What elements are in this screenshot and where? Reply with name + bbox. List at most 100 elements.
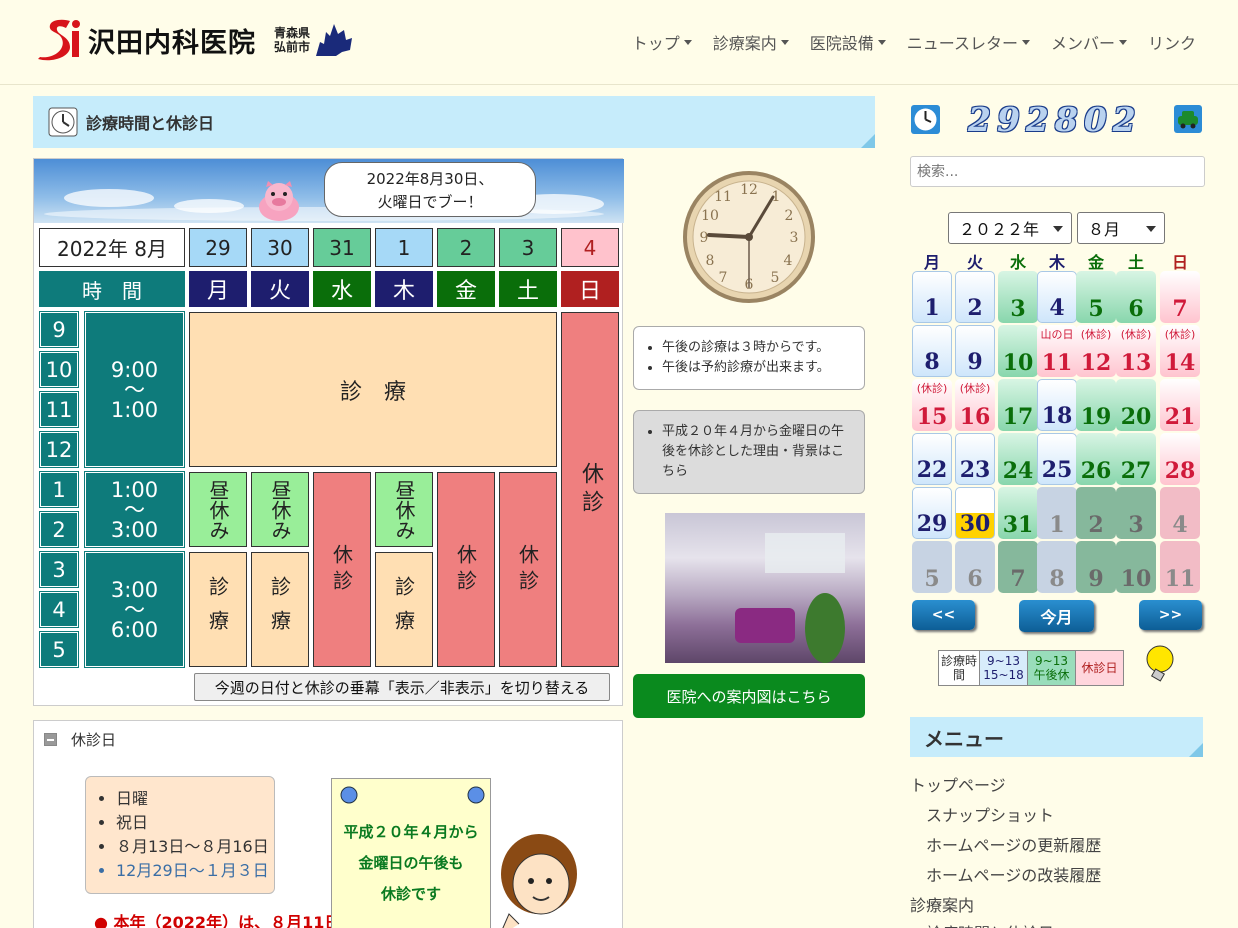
menu-item-hours[interactable]: 診療時間と休診日 — [926, 920, 1054, 928]
calendar-day[interactable]: 29 — [912, 487, 952, 539]
calendar-day[interactable]: 1 — [912, 271, 952, 323]
prev-month-button[interactable]: << — [912, 600, 975, 630]
calendar-day[interactable]: 21 — [1160, 379, 1200, 431]
afternoon-clinic: 診療 — [251, 552, 309, 667]
svg-text:5: 5 — [771, 270, 780, 286]
calendar-day[interactable]: 25 — [1037, 433, 1077, 485]
calendar-day-number: 9 — [1088, 566, 1104, 592]
calendar-day[interactable]: 4 — [1160, 487, 1200, 539]
clock-icon — [48, 107, 78, 137]
caret-down-icon — [780, 39, 789, 45]
header-divider — [0, 84, 1238, 85]
calendar-day[interactable]: 8 — [912, 325, 952, 377]
chevron-down-icon — [1146, 226, 1156, 232]
calendar-day[interactable]: 20 — [1116, 379, 1156, 431]
map-button[interactable]: 医院への案内図はこちら — [633, 674, 865, 718]
calendar-day[interactable]: 3 — [1116, 487, 1156, 539]
calendar-dow: 火 — [966, 253, 983, 272]
calendar-day[interactable]: 7 — [1160, 271, 1200, 323]
friday-closed-reason-link[interactable]: 平成２０年４月から金曜日の午後を休診とした理由・背景はこちら — [633, 410, 865, 494]
calendar-day[interactable]: 8 — [1037, 541, 1077, 593]
svg-text:3: 3 — [790, 230, 799, 246]
site-logo[interactable]: 沢田内科医院 青森県 弘前市 — [36, 18, 354, 62]
calendar-day[interactable]: 22 — [912, 433, 952, 485]
calendar-day-note: (休診) — [1120, 328, 1152, 341]
calendar-day-number: 8 — [924, 349, 940, 375]
calendar-day-number: 18 — [1041, 403, 1073, 429]
svg-text:11: 11 — [714, 189, 732, 205]
menu-item-snapshot[interactable]: スナップショット — [926, 802, 1054, 826]
calendar-day[interactable]: 30 — [955, 487, 995, 539]
calendar-day[interactable]: 10 — [998, 325, 1038, 377]
calendar-day-number: 27 — [1120, 458, 1152, 484]
calendar-day[interactable]: 10 — [1116, 541, 1156, 593]
calendar-day-number: 8 — [1049, 566, 1065, 592]
calendar-day[interactable]: 5 — [912, 541, 952, 593]
svg-text:12: 12 — [740, 182, 758, 198]
nav-links[interactable]: リンク — [1148, 30, 1196, 54]
holidays-header[interactable]: 休診日 — [44, 729, 116, 750]
calendar-day[interactable]: 2 — [955, 271, 995, 323]
date-cell: 3 — [499, 228, 557, 267]
calendar-day-number: 22 — [916, 457, 948, 483]
calendar-dow: 木 — [1048, 253, 1065, 272]
calendar-day[interactable]: 山の日 11 — [1037, 325, 1077, 377]
time-header: 時 間 — [39, 271, 185, 307]
date-cell: 4 — [561, 228, 619, 267]
menu-item-renewal-history[interactable]: ホームページの改装履歴 — [926, 862, 1101, 886]
calendar-day[interactable]: (休診) 15 — [912, 379, 952, 431]
calendar-day[interactable]: 3 — [998, 271, 1038, 323]
calendar-day[interactable]: 24 — [998, 433, 1038, 485]
next-month-button[interactable]: >> — [1139, 600, 1202, 630]
section-title: 診療時間と休診日 — [86, 114, 215, 133]
calendar-day[interactable]: (休診) 16 — [955, 379, 995, 431]
month-select[interactable]: ８月 — [1077, 212, 1165, 244]
search-input[interactable] — [910, 156, 1205, 187]
calendar-day[interactable]: 18 — [1037, 379, 1077, 431]
calendar-day[interactable]: 9 — [955, 325, 995, 377]
calendar-day-number: 1 — [924, 295, 940, 321]
this-month-button[interactable]: 今月 — [1019, 600, 1094, 632]
calendar-day-note: (休診) — [1080, 328, 1112, 341]
nav-facilities[interactable]: 医院設備 — [810, 30, 886, 54]
calendar-day[interactable]: 27 — [1116, 433, 1156, 485]
nav-clinic-info[interactable]: 診療案内 — [713, 30, 789, 54]
svg-text:2: 2 — [785, 208, 794, 224]
calendar-day[interactable]: 9 — [1076, 541, 1116, 593]
menu-item-top[interactable]: トップページ — [910, 772, 1006, 796]
calendar-day[interactable]: 1 — [1037, 487, 1077, 539]
calendar-day-number: 29 — [916, 511, 948, 537]
calendar-day[interactable]: (休診) 14 — [1160, 325, 1200, 377]
calendar-day[interactable]: 5 — [1076, 271, 1116, 323]
toggle-banner-button[interactable]: 今週の日付と休診の垂幕「表示／非表示」を切り替える — [194, 673, 610, 701]
calendar-day[interactable]: 4 — [1037, 271, 1077, 323]
calendar-day[interactable]: 23 — [955, 433, 995, 485]
nav-top[interactable]: トップ — [632, 30, 692, 54]
calendar-day[interactable]: 2 — [1076, 487, 1116, 539]
calendar-day[interactable]: 6 — [1116, 271, 1156, 323]
calendar-day-note: 山の日 — [1040, 328, 1074, 341]
menu-item-update-history[interactable]: ホームページの更新履歴 — [926, 832, 1101, 856]
calendar-day-note: (休診) — [1164, 328, 1196, 341]
menu-header: メニュー — [910, 717, 1203, 757]
calendar-day-number: 7 — [1010, 566, 1026, 592]
calendar-day[interactable]: 31 — [998, 487, 1038, 539]
calendar-day[interactable]: 19 — [1076, 379, 1116, 431]
calendar-day[interactable]: (休診) 12 — [1076, 325, 1116, 377]
calendar-day[interactable]: 17 — [998, 379, 1038, 431]
calendar-day[interactable]: 26 — [1076, 433, 1116, 485]
lunch-break: 昼休み — [251, 472, 309, 547]
nav-members[interactable]: メンバー — [1051, 30, 1127, 54]
year-select[interactable]: ２０２２年 — [948, 212, 1072, 244]
calendar-day[interactable]: 7 — [998, 541, 1038, 593]
menu-item-clinic-info[interactable]: 診療案内 — [910, 892, 974, 916]
date-cell: 30 — [251, 228, 309, 267]
nav-newsletter[interactable]: ニュースレター — [907, 30, 1030, 54]
calendar-day[interactable]: 28 — [1160, 433, 1200, 485]
calendar-day[interactable]: (休診) 13 — [1116, 325, 1156, 377]
calendar-day[interactable]: 11 — [1160, 541, 1200, 593]
collapse-icon[interactable] — [44, 733, 57, 746]
slot-afternoon: 3:00 ～ 6:00 — [84, 551, 185, 668]
hour-cell: 5 — [39, 631, 79, 668]
calendar-day[interactable]: 6 — [955, 541, 995, 593]
